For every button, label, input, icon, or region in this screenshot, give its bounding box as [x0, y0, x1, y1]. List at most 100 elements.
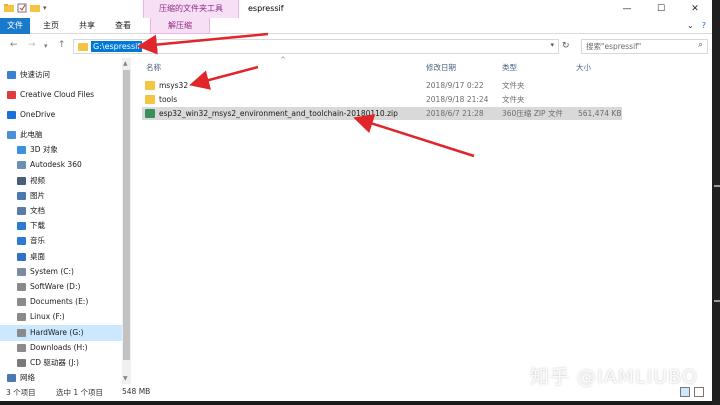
nav-scrollbar[interactable]: ▲ ▼ [122, 58, 131, 384]
nav-item-icon [7, 91, 16, 99]
scroll-up-icon[interactable]: ▲ [123, 60, 128, 67]
nav-item[interactable]: 音乐 [0, 233, 122, 249]
nav-item-label: System (C:) [30, 266, 74, 276]
nav-item[interactable]: CD 驱动器 (J:) [0, 355, 122, 371]
tab-file[interactable]: 文件 [0, 18, 30, 34]
folder-icon [145, 81, 155, 90]
scrollbar-thumb[interactable] [123, 70, 130, 360]
file-name: esp32_win32_msys2_environment_and_toolch… [159, 109, 398, 118]
nav-item-label: 快速访问 [20, 70, 50, 79]
new-folder-icon[interactable] [30, 3, 40, 13]
nav-item-label: 视频 [30, 175, 45, 185]
nav-item[interactable]: OneDrive [0, 107, 122, 123]
back-arrow-icon[interactable]: ← [10, 40, 18, 50]
folder-icon [78, 43, 88, 51]
nav-item-icon [7, 131, 16, 139]
nav-item-label: CD 驱动器 (J:) [30, 358, 79, 367]
help-icon[interactable]: ? [702, 21, 706, 30]
background-strip [712, 0, 720, 405]
nav-item[interactable]: 快速访问 [0, 67, 122, 83]
scroll-down-icon[interactable]: ▼ [123, 375, 128, 382]
address-bar[interactable]: G:\espressif ▾ [73, 39, 559, 54]
search-placeholder: 搜索"espressif" [586, 42, 642, 51]
file-type: 文件夹 [502, 81, 525, 90]
selected-count: 选中 1 个项目 [56, 388, 104, 397]
column-header-type[interactable]: 类型 [502, 62, 517, 73]
nav-item[interactable]: Documents (E:) [0, 294, 122, 310]
maximize-button[interactable]: ☐ [644, 0, 678, 18]
ribbon-right-controls: ⌄ ? [687, 21, 706, 30]
background-mark [714, 185, 720, 187]
nav-item[interactable]: 此电脑 [0, 127, 122, 143]
nav-item[interactable]: Linux (F:) [0, 309, 122, 325]
nav-item-label: OneDrive [20, 110, 56, 119]
nav-item-icon [17, 252, 26, 261]
qat-dropdown-icon[interactable]: ▾ [43, 4, 47, 12]
nav-item[interactable]: 桌面 [0, 249, 122, 265]
file-type: 360压缩 ZIP 文件 [502, 109, 563, 118]
selected-size: 548 MB [122, 387, 151, 396]
up-arrow-icon[interactable]: ↑ [58, 40, 66, 50]
nav-item-label: 网络 [20, 373, 35, 383]
nav-item[interactable]: HardWare (G:) [0, 324, 122, 341]
tab-share[interactable]: 共享 [72, 18, 102, 34]
nav-item-icon [17, 222, 26, 231]
quick-access-toolbar: ▾ [4, 3, 47, 13]
nav-item[interactable]: 3D 对象 [0, 142, 122, 158]
search-input[interactable]: 搜索"espressif" ⌕ [581, 39, 708, 54]
file-list: ^ 名称 修改日期 类型 大小 msys32 2018/9/17 0:22 文件夹 t… [134, 56, 712, 384]
minimize-button[interactable]: — [610, 0, 644, 18]
search-icon[interactable]: ⌕ [698, 40, 703, 50]
forward-arrow-icon[interactable]: → [28, 40, 36, 50]
watermark: 知乎 @IAMLIUBO [530, 366, 698, 388]
nav-item[interactable]: 图片 [0, 188, 122, 204]
file-row[interactable]: esp32_win32_msys2_environment_and_toolch… [142, 107, 622, 120]
nav-item-icon [7, 374, 16, 383]
tab-view[interactable]: 查看 [108, 18, 138, 34]
column-header-size[interactable]: 大小 [576, 62, 591, 73]
nav-item-label: Documents (E:) [30, 297, 89, 307]
column-header-name[interactable]: 名称 [146, 62, 161, 73]
nav-item[interactable]: SoftWare (D:) [0, 279, 122, 295]
file-row[interactable]: tools 2018/9/18 21:24 文件夹 [142, 93, 622, 106]
nav-item[interactable]: System (C:) [0, 264, 122, 280]
folder-icon [4, 4, 14, 12]
folder-icon [145, 95, 155, 104]
file-date: 2018/9/18 21:24 [426, 95, 489, 104]
file-date: 2018/6/7 21:28 [426, 109, 484, 118]
window-controls: — ☐ ✕ [610, 0, 712, 18]
nav-item-icon [17, 191, 26, 200]
navigation-pane: 快速访问 Creative Cloud Files OneDrive 此电脑 3D 对象… [0, 62, 122, 383]
nav-item[interactable]: Autodesk 360 [0, 157, 122, 173]
nav-item-label: Downloads (H:) [30, 342, 88, 352]
nav-item-label: 图片 [30, 190, 45, 200]
zip-file-icon [145, 109, 155, 118]
file-name: tools [159, 95, 178, 104]
address-path[interactable]: G:\espressif [91, 41, 143, 52]
nav-item-icon [17, 343, 26, 352]
nav-item[interactable]: Creative Cloud Files [0, 87, 122, 103]
tab-home[interactable]: 主页 [36, 18, 66, 34]
sort-up-icon: ^ [280, 56, 286, 64]
explorer-window: ▾ 压缩的文件夹工具 espressif — ☐ ✕ 文件 主页 共享 查看 解… [0, 0, 712, 401]
nav-item[interactable]: Downloads (H:) [0, 340, 122, 356]
properties-icon[interactable] [17, 3, 27, 13]
refresh-icon[interactable]: ↻ [562, 41, 570, 51]
nav-item-label: Autodesk 360 [30, 160, 82, 170]
nav-item[interactable]: 下载 [0, 218, 122, 234]
close-button[interactable]: ✕ [678, 0, 712, 18]
nav-item[interactable]: 文档 [0, 203, 122, 219]
tab-extract[interactable]: 解压缩 [150, 18, 210, 34]
chevron-down-icon[interactable]: ⌄ [687, 21, 694, 30]
context-tool-group: 压缩的文件夹工具 [143, 0, 239, 18]
item-count: 3 个项目 [6, 388, 36, 397]
file-date: 2018/9/17 0:22 [426, 81, 484, 90]
recent-dropdown-icon[interactable]: ▾ [44, 42, 48, 50]
nav-item-icon [7, 71, 16, 79]
nav-item[interactable]: 网络 [0, 370, 122, 383]
file-row[interactable]: msys32 2018/9/17 0:22 文件夹 [142, 79, 622, 92]
nav-item[interactable]: 视频 [0, 173, 122, 189]
column-header-date[interactable]: 修改日期 [426, 62, 456, 73]
chevron-down-icon[interactable]: ▾ [550, 41, 554, 49]
nav-item-label: 下载 [30, 221, 45, 231]
